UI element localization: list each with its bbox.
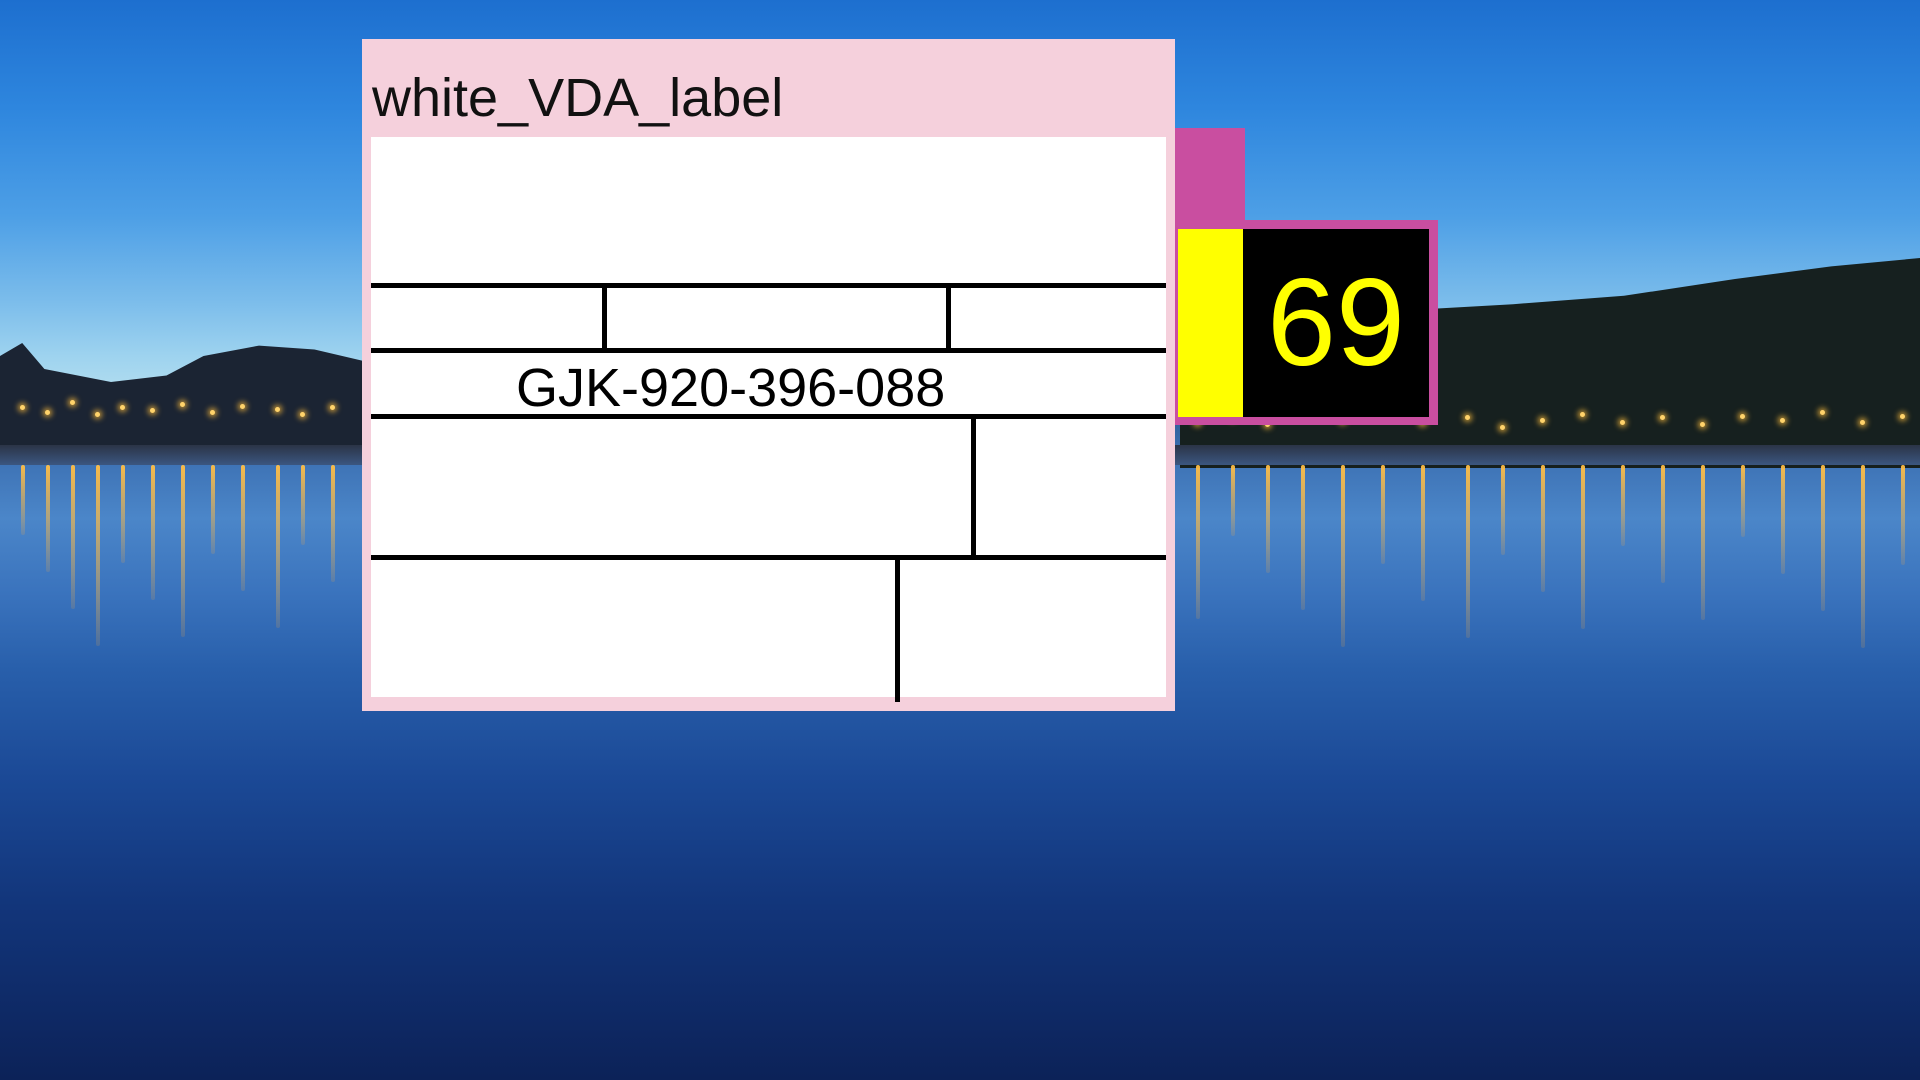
wallpaper-light-reflection (1266, 465, 1270, 573)
counter-value: 69 (1267, 254, 1405, 392)
label-divider (971, 414, 976, 560)
wallpaper-light-reflection (1701, 465, 1705, 620)
window-title: white_VDA_label (372, 68, 784, 128)
wallpaper-light-reflection (1466, 465, 1470, 638)
wallpaper-light (210, 410, 215, 415)
vda-label-sheet[interactable]: GJK-920-396-088 (366, 132, 1171, 702)
wallpaper-light-reflection (1421, 465, 1425, 601)
counter-tab[interactable] (1175, 128, 1245, 223)
wallpaper-light-reflection (1901, 465, 1905, 565)
wallpaper-light (1780, 418, 1785, 423)
wallpaper-light-reflection (1231, 465, 1235, 536)
label-divider (946, 283, 951, 353)
vda-label-window[interactable]: white_VDA_label GJK-920-396-088 (362, 39, 1175, 711)
wallpaper-light-reflection (276, 465, 280, 628)
counter-indicator (1178, 229, 1243, 417)
wallpaper-light-reflection (151, 465, 155, 600)
wallpaper-light (70, 400, 75, 405)
part-number-text: GJK-920-396-088 (516, 358, 946, 418)
wallpaper-light-reflection (1341, 465, 1345, 647)
wallpaper-light-reflection (1781, 465, 1785, 574)
wallpaper-light-reflection (21, 465, 25, 535)
wallpaper-light-reflection (1541, 465, 1545, 592)
label-divider (895, 555, 900, 702)
wallpaper-light-reflection (1381, 465, 1385, 564)
wallpaper-light (1660, 415, 1665, 420)
wallpaper-light-reflection (181, 465, 185, 637)
wallpaper-light (95, 412, 100, 417)
wallpaper-light (150, 408, 155, 413)
wallpaper-light-reflection (1861, 465, 1865, 648)
label-rule (371, 555, 1166, 560)
wallpaper-light (1820, 410, 1825, 415)
wallpaper-light (45, 410, 50, 415)
counter-display: 69 (1243, 229, 1429, 417)
wallpaper-light (275, 407, 280, 412)
wallpaper-light-reflection (46, 465, 50, 572)
wallpaper-light-reflection (211, 465, 215, 554)
wallpaper-light (1465, 415, 1470, 420)
wallpaper-light (1740, 414, 1745, 419)
wallpaper-light-reflection (1741, 465, 1745, 537)
wallpaper-light (1620, 420, 1625, 425)
wallpaper-light (120, 405, 125, 410)
wallpaper-light-reflection (1621, 465, 1625, 546)
wallpaper-light (1580, 412, 1585, 417)
wallpaper-light-reflection (1301, 465, 1305, 610)
wallpaper-light (330, 405, 335, 410)
wallpaper-hill-left (0, 343, 370, 460)
wallpaper-light-reflection (331, 465, 335, 582)
label-divider (602, 283, 607, 353)
wallpaper-light (1900, 414, 1905, 419)
wallpaper-light (300, 412, 305, 417)
wallpaper-light (240, 404, 245, 409)
wallpaper-light (180, 402, 185, 407)
wallpaper-light-reflection (121, 465, 125, 563)
wallpaper-light (1500, 425, 1505, 430)
wallpaper-light-reflection (241, 465, 245, 591)
label-rule (371, 283, 1166, 288)
wallpaper-light-reflection (71, 465, 75, 609)
wallpaper-light-reflection (301, 465, 305, 545)
wallpaper-light-reflection (96, 465, 100, 646)
wallpaper-light (1540, 418, 1545, 423)
wallpaper-light-reflection (1821, 465, 1825, 611)
label-rule (371, 348, 1166, 353)
wallpaper-light (20, 405, 25, 410)
wallpaper-light (1700, 422, 1705, 427)
wallpaper-light (1860, 420, 1865, 425)
desktop: white_VDA_label GJK-920-396-088 69 (0, 0, 1920, 1080)
wallpaper-light-reflection (1661, 465, 1665, 583)
wallpaper-light-reflection (1581, 465, 1585, 629)
wallpaper-light-reflection (1196, 465, 1200, 619)
wallpaper-light-reflection (1501, 465, 1505, 555)
